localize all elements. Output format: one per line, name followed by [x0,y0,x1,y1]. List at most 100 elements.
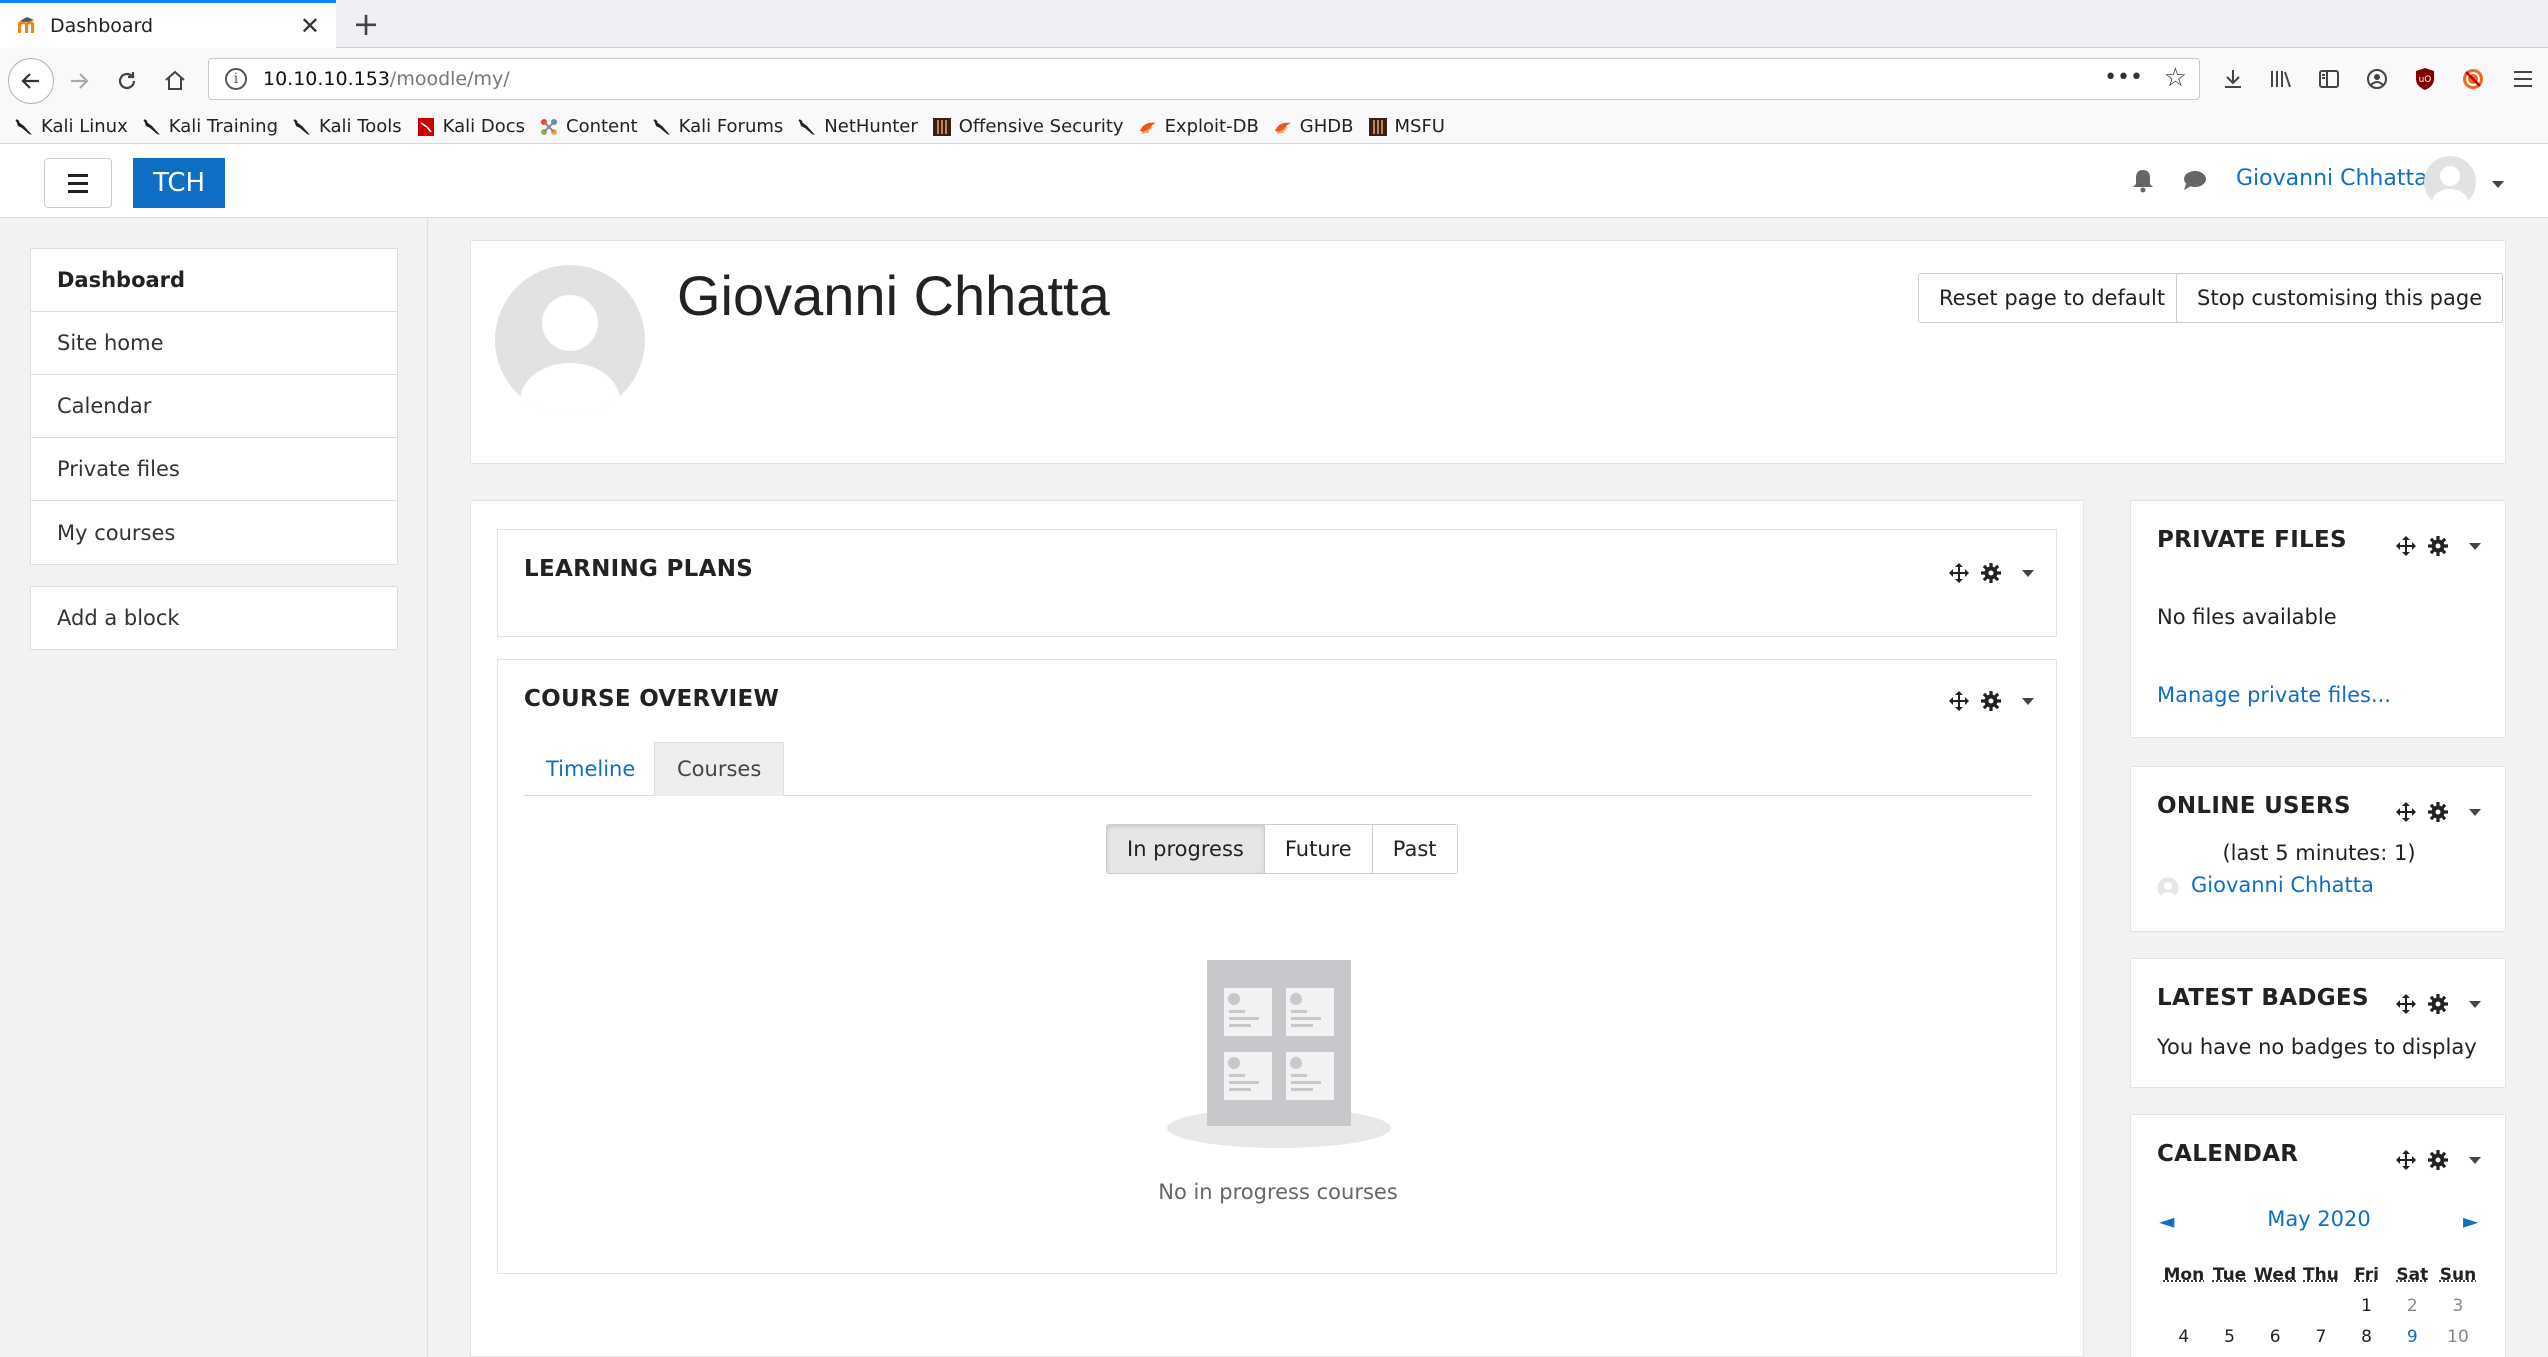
bookmark-msfu[interactable]: MSFU [1368,116,1445,137]
calendar-day[interactable]: 8 [2344,1327,2390,1347]
move-icon[interactable] [1948,562,1970,584]
bookmark-kali-tools[interactable]: Kali Tools [292,116,402,137]
course-overview-tabs: Timeline Courses [524,742,2032,796]
extension-icon[interactable] [2456,62,2490,96]
move-icon[interactable] [2395,1149,2417,1171]
calendar-week-row: 1 2 3 [2161,1290,2481,1321]
nav-item-site-home[interactable]: Site home [31,312,397,375]
calendar-day[interactable]: 2 [2389,1296,2435,1316]
calendar-day[interactable]: 1 [2344,1296,2390,1316]
bookmark-kali-forums[interactable]: Kali Forums [652,116,783,137]
calendar-day[interactable]: 7 [2298,1327,2344,1347]
reload-button[interactable] [106,60,148,102]
back-button[interactable] [8,58,54,104]
reset-page-button[interactable]: Reset page to default [1918,273,2187,323]
block-actions-caret-icon[interactable] [2469,808,2481,816]
add-block-link[interactable]: Add a block [30,586,398,650]
bookmark-label: MSFU [1394,116,1445,137]
online-user-link[interactable]: Giovanni Chhatta [2191,873,2374,897]
move-icon[interactable] [2395,993,2417,1015]
gear-icon[interactable] [2427,993,2449,1015]
moodle-favicon-icon [18,16,34,33]
gear-icon[interactable] [1980,690,2002,712]
bookmark-nethunter[interactable]: NetHunter [797,116,918,137]
site-info-icon[interactable]: i [225,68,247,90]
filter-in-progress-button[interactable]: In progress [1107,825,1265,873]
close-tab-icon[interactable]: ✕ [300,12,320,40]
user-menu-caret-icon[interactable] [2492,181,2504,188]
bookmark-label: Kali Linux [41,116,128,137]
exploitdb-icon [1139,122,1156,134]
ublock-origin-icon[interactable]: uO [2408,62,2442,96]
filter-past-button[interactable]: Past [1372,825,1457,873]
course-filter-group: In progress Future Past [1106,824,1458,874]
calendar-next-month[interactable]: ► [2463,1209,2478,1233]
sidebar-icon[interactable] [2312,62,2346,96]
block-actions-caret-icon[interactable] [2022,697,2034,705]
manage-private-files-link[interactable]: Manage private files... [2157,683,2391,707]
notifications-bell-icon[interactable] [2128,166,2158,196]
bookmark-kali-linux[interactable]: Kali Linux [14,116,128,137]
nav-item-private-files[interactable]: Private files [31,438,397,501]
online-users-block: ONLINE USERS (last 5 minutes: 1) Giovann… [2130,766,2506,932]
browser-tab-dashboard[interactable]: Dashboard ✕ [0,0,336,48]
bookmark-exploit-db[interactable]: Exploit-DB [1138,116,1259,137]
weekday-header: Sun [2439,1264,2477,1285]
site-name-button[interactable]: TCH [133,158,226,208]
calendar-title: CALENDAR [2157,1141,2299,1167]
page-actions-icon[interactable]: ••• [2104,65,2143,90]
calendar-day[interactable]: 3 [2435,1296,2481,1316]
calendar-day[interactable]: 6 [2252,1327,2298,1347]
weekday-header: Thu [2303,1264,2339,1285]
new-tab-button[interactable]: + [346,4,386,44]
nav-item-my-courses[interactable]: My courses [31,501,397,564]
calendar-day[interactable]: 4 [2161,1327,2207,1347]
downloads-icon[interactable] [2216,62,2250,96]
browser-toolbar: i 10.10.10.153/moodle/my/ ••• ☆ uO [0,48,2548,110]
kali-dragon-icon [143,118,160,135]
bookmark-kali-docs[interactable]: Kali Docs [416,116,525,137]
stop-customising-button[interactable]: Stop customising this page [2176,273,2504,323]
bookmark-star-icon[interactable]: ☆ [2164,63,2187,93]
calendar-month-label[interactable]: May 2020 [2131,1207,2507,1231]
filter-future-button[interactable]: Future [1264,825,1373,873]
gear-icon[interactable] [1980,562,2002,584]
block-actions-caret-icon[interactable] [2469,1156,2481,1164]
move-icon[interactable] [2395,801,2417,823]
block-actions-caret-icon[interactable] [2469,1000,2481,1008]
tab-courses[interactable]: Courses [654,742,785,796]
block-actions-caret-icon[interactable] [2469,542,2481,550]
gear-icon[interactable] [2427,1149,2449,1171]
nav-drawer-toggle-button[interactable] [44,158,112,208]
bookmark-ghdb[interactable]: GHDB [1273,116,1354,137]
address-bar[interactable]: i 10.10.10.153/moodle/my/ ••• ☆ [208,58,2200,100]
gear-icon[interactable] [2427,801,2449,823]
bookmark-offensive-security[interactable]: Offensive Security [932,116,1124,137]
move-icon[interactable] [2395,535,2417,557]
library-icon[interactable] [2264,62,2298,96]
bookmark-content[interactable]: Content [539,116,638,137]
joomla-icon [541,118,557,135]
calendar-day[interactable]: 5 [2207,1327,2253,1347]
gear-icon[interactable] [2427,535,2449,557]
user-avatar[interactable] [2424,156,2476,208]
nav-item-dashboard[interactable]: Dashboard [31,249,397,312]
offsec-icon [1368,117,1387,136]
forward-button[interactable] [58,60,100,102]
bookmark-kali-training[interactable]: Kali Training [142,116,278,137]
kali-dragon-icon [653,118,670,135]
calendar-day-today[interactable]: 9 [2389,1327,2435,1347]
account-icon[interactable] [2360,62,2394,96]
latest-badges-title: LATEST BADGES [2157,985,2369,1011]
block-actions-caret-icon[interactable] [2022,569,2034,577]
menu-icon[interactable] [2506,62,2540,96]
nav-item-calendar[interactable]: Calendar [31,375,397,438]
user-menu-name[interactable]: Giovanni Chhatta [2236,166,2428,191]
calendar-day[interactable]: 10 [2435,1327,2481,1347]
move-icon[interactable] [1948,690,1970,712]
tab-timeline[interactable]: Timeline [524,742,657,796]
url-host: 10.10.10.153 [263,68,390,90]
main-content-region: LEARNING PLANS COURSE OVERVIEW Timeline … [470,500,2084,1357]
messages-chat-icon[interactable] [2180,166,2210,196]
home-button[interactable] [154,60,196,102]
